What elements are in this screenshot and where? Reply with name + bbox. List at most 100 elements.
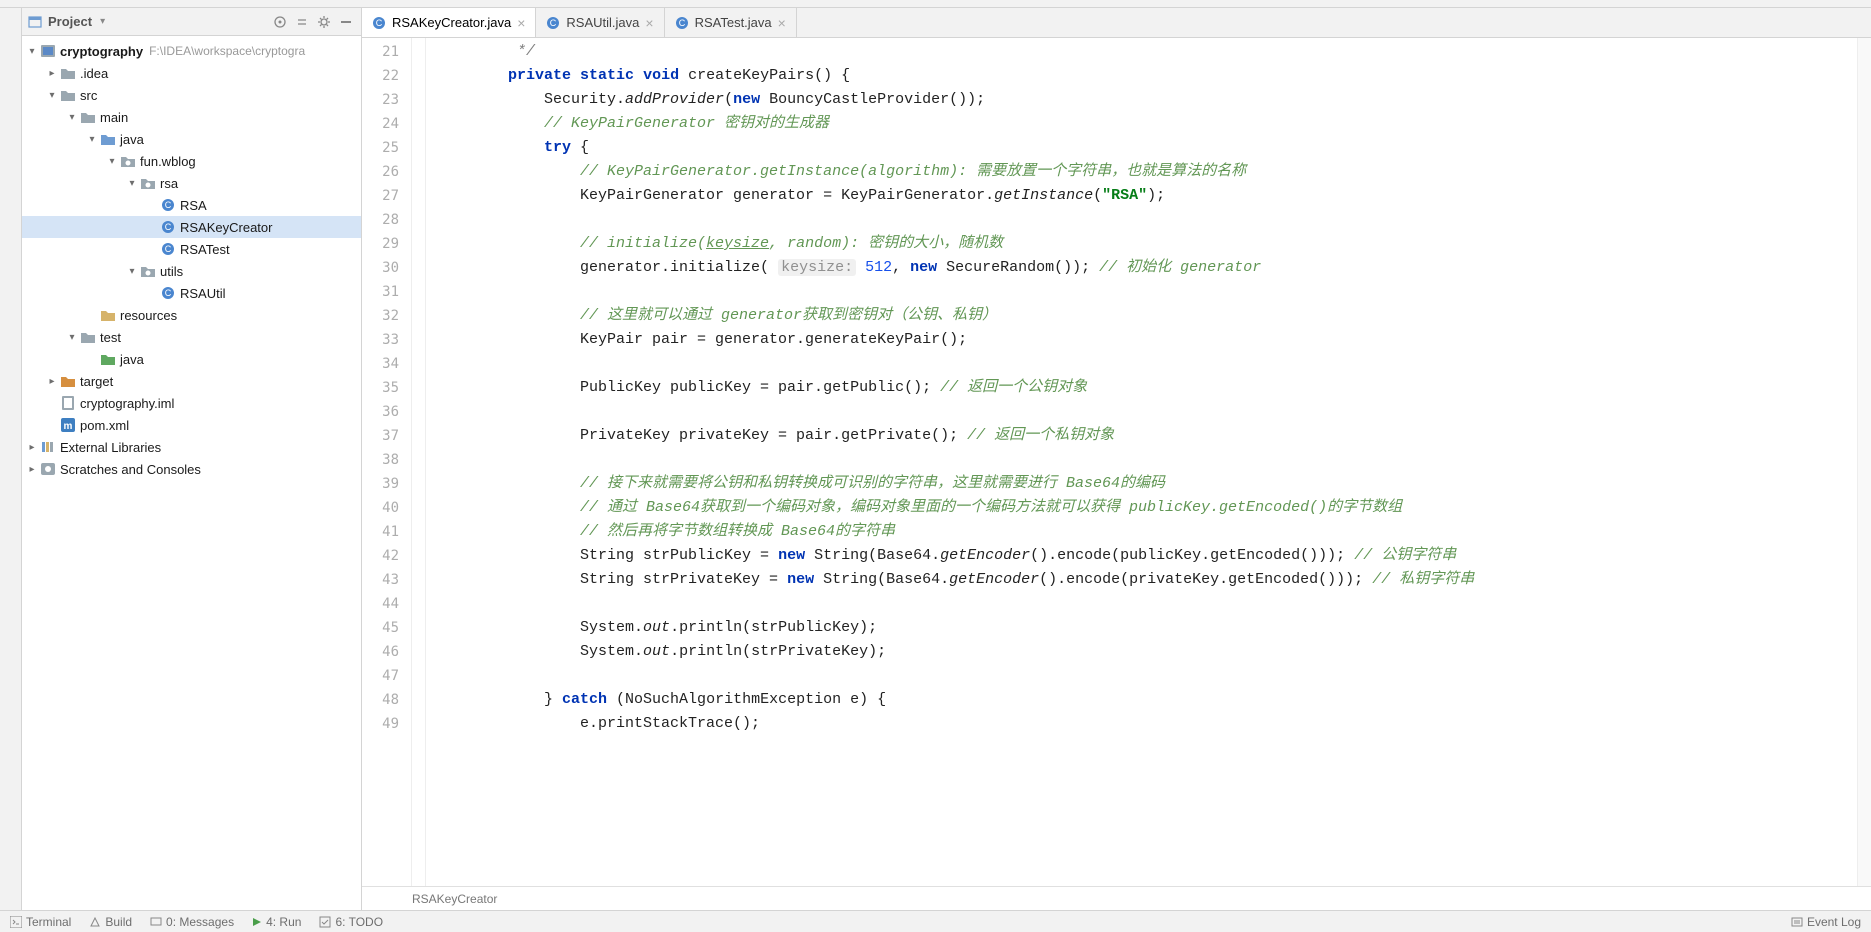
tree-label: target	[80, 374, 113, 389]
tree-node-root[interactable]: ▾ cryptography F:\IDEA\workspace\cryptog…	[22, 40, 361, 62]
chevron-down-icon[interactable]: ▾	[66, 112, 78, 123]
svg-text:C: C	[165, 200, 172, 210]
folder-icon	[60, 66, 76, 80]
ide-root: Project ▾ ▾ cryptography F:\IDEA\workspa…	[0, 0, 1871, 932]
breadcrumb-item[interactable]: RSAKeyCreator	[412, 892, 497, 906]
tab-rsakeycreator[interactable]: C RSAKeyCreator.java ×	[362, 8, 536, 37]
tree-node-test-java[interactable]: ▸ java	[22, 348, 361, 370]
main-area: Project ▾ ▾ cryptography F:\IDEA\workspa…	[0, 8, 1871, 910]
excluded-folder-icon	[60, 374, 76, 388]
tab-rsatest[interactable]: C RSATest.java ×	[665, 8, 797, 37]
resources-folder-icon	[100, 308, 116, 322]
line-number-gutter[interactable]: 21 22 23 24 25 26 27 28 29 30 31 32 33 3…	[362, 38, 412, 886]
svg-text:C: C	[376, 18, 383, 28]
tree-label: RSAUtil	[180, 286, 226, 301]
class-icon: C	[372, 16, 386, 30]
folder-icon	[80, 110, 96, 124]
tree-node-iml[interactable]: ▸ cryptography.iml	[22, 392, 361, 414]
svg-text:C: C	[165, 222, 172, 232]
tree-label: test	[100, 330, 121, 345]
tree-label: RSA	[180, 198, 207, 213]
chevron-right-icon[interactable]: ▸	[46, 68, 58, 79]
folder-icon	[80, 330, 96, 344]
close-icon[interactable]: ×	[517, 15, 525, 31]
status-messages[interactable]: 0: Messages	[150, 915, 234, 929]
tree-path: F:\IDEA\workspace\cryptogra	[149, 44, 305, 58]
tree-node-rsatest[interactable]: ▸ C RSATest	[22, 238, 361, 260]
tree-node-test[interactable]: ▾ test	[22, 326, 361, 348]
tree-node-package[interactable]: ▾ fun.wblog	[22, 150, 361, 172]
scratches-icon	[40, 462, 56, 476]
tab-label: RSAKeyCreator.java	[392, 15, 511, 30]
tree-node-external-libs[interactable]: ▸ External Libraries	[22, 436, 361, 458]
class-icon: C	[675, 16, 689, 30]
chevron-down-icon[interactable]: ▾	[26, 46, 38, 57]
chevron-down-icon[interactable]: ▾	[46, 90, 58, 101]
tree-label: resources	[120, 308, 177, 323]
status-bar: Terminal Build 0: Messages 4: Run 6: TOD…	[0, 910, 1871, 932]
svg-text:C: C	[165, 288, 172, 298]
chevron-down-icon[interactable]: ▾	[126, 178, 138, 189]
project-panel-header: Project ▾	[22, 8, 361, 36]
library-icon	[40, 440, 56, 454]
status-build[interactable]: Build	[89, 915, 132, 929]
tree-label: .idea	[80, 66, 108, 81]
breadcrumb-bar[interactable]: RSAKeyCreator	[362, 886, 1871, 910]
close-icon[interactable]: ×	[778, 15, 786, 31]
class-icon: C	[546, 16, 560, 30]
project-tree[interactable]: ▾ cryptography F:\IDEA\workspace\cryptog…	[22, 36, 361, 910]
tree-node-target[interactable]: ▸ target	[22, 370, 361, 392]
status-run[interactable]: 4: Run	[252, 915, 301, 929]
tree-label: cryptography.iml	[80, 396, 174, 411]
chevron-down-icon[interactable]: ▾	[100, 16, 105, 27]
tree-node-scratches[interactable]: ▸ Scratches and Consoles	[22, 458, 361, 480]
tree-node-rsa-class[interactable]: ▸ C RSA	[22, 194, 361, 216]
code-editor[interactable]: */ private static void createKeyPairs() …	[426, 38, 1857, 886]
class-icon: C	[160, 220, 176, 234]
svg-text:C: C	[550, 18, 557, 28]
project-tool-window: Project ▾ ▾ cryptography F:\IDEA\workspa…	[22, 8, 362, 910]
chevron-right-icon[interactable]: ▸	[26, 442, 38, 453]
source-folder-icon	[100, 132, 116, 146]
tree-node-rsakeycreator[interactable]: ▸ C RSAKeyCreator	[22, 216, 361, 238]
fold-gutter[interactable]	[412, 38, 426, 886]
tree-label: java	[120, 132, 144, 147]
chevron-right-icon[interactable]: ▸	[26, 464, 38, 475]
chevron-down-icon[interactable]: ▾	[86, 134, 98, 145]
project-view-icon	[28, 15, 42, 29]
tree-node-resources[interactable]: ▸ resources	[22, 304, 361, 326]
chevron-down-icon[interactable]: ▾	[106, 156, 118, 167]
chevron-down-icon[interactable]: ▾	[66, 332, 78, 343]
tree-label: fun.wblog	[140, 154, 196, 169]
project-panel-title: Project	[48, 14, 92, 29]
locate-icon[interactable]	[271, 13, 289, 31]
chevron-right-icon[interactable]: ▸	[46, 376, 58, 387]
gear-icon[interactable]	[315, 13, 333, 31]
maven-file-icon: m	[60, 418, 76, 432]
class-icon: C	[160, 242, 176, 256]
scrollbar-marker-strip[interactable]	[1857, 38, 1871, 886]
status-terminal[interactable]: Terminal	[10, 915, 71, 929]
collapse-all-icon[interactable]	[293, 13, 311, 31]
tree-node-rsa-pkg[interactable]: ▾ rsa	[22, 172, 361, 194]
tree-node-main[interactable]: ▾ main	[22, 106, 361, 128]
left-tool-rail[interactable]	[0, 8, 22, 910]
hide-icon[interactable]	[337, 13, 355, 31]
tree-node-java[interactable]: ▾ java	[22, 128, 361, 150]
tree-node-src[interactable]: ▾ src	[22, 84, 361, 106]
chevron-down-icon[interactable]: ▾	[126, 266, 138, 277]
svg-text:C: C	[678, 18, 685, 28]
tree-node-rsautil[interactable]: ▸ C RSAUtil	[22, 282, 361, 304]
status-todo[interactable]: 6: TODO	[319, 915, 383, 929]
package-icon	[120, 154, 136, 168]
editor-body: 21 22 23 24 25 26 27 28 29 30 31 32 33 3…	[362, 38, 1871, 886]
status-event-log[interactable]: Event Log	[1791, 915, 1861, 929]
folder-icon	[60, 88, 76, 102]
close-icon[interactable]: ×	[645, 15, 653, 31]
tree-node-idea[interactable]: ▸ .idea	[22, 62, 361, 84]
tree-node-utils[interactable]: ▾ utils	[22, 260, 361, 282]
tree-label: Scratches and Consoles	[60, 462, 201, 477]
tab-label: RSAUtil.java	[566, 15, 639, 30]
tab-rsautil[interactable]: C RSAUtil.java ×	[536, 8, 664, 37]
tree-node-pom[interactable]: ▸ m pom.xml	[22, 414, 361, 436]
